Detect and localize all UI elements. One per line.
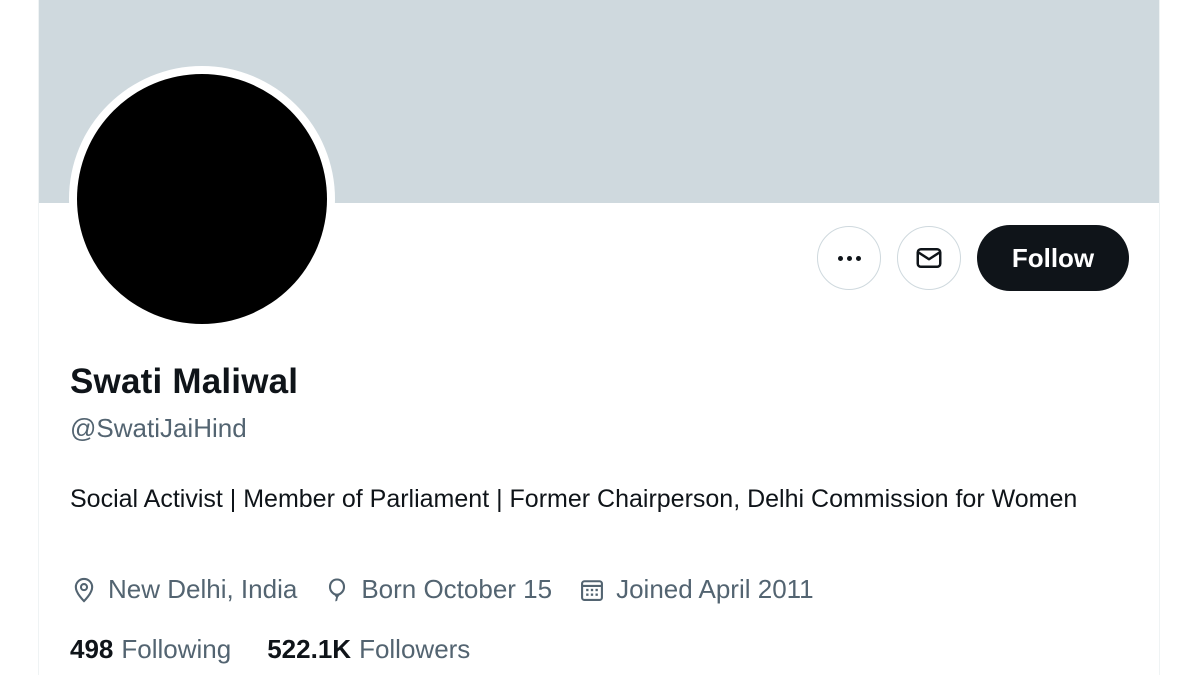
follow-button[interactable]: Follow	[977, 225, 1129, 291]
birthday-item: Born October 15	[323, 574, 552, 605]
joined-text: Joined April 2011	[616, 574, 814, 604]
avatar[interactable]	[77, 74, 327, 324]
more-button[interactable]	[817, 226, 881, 290]
profile-name: Swati Maliwal	[70, 362, 299, 401]
envelope-icon	[916, 248, 942, 268]
birthday-text: Born October 15	[361, 574, 553, 604]
location-pin-icon	[74, 577, 94, 603]
followers-label: Followers	[359, 634, 471, 664]
following-label: Following	[121, 634, 232, 664]
following-link[interactable]: 498 Following	[70, 634, 231, 665]
more-horizontal-icon	[837, 255, 861, 261]
following-count: 498	[70, 634, 114, 664]
followers-link[interactable]: 522.1K Followers	[267, 634, 470, 665]
balloon-icon	[329, 577, 346, 601]
location-text: New Delhi, India	[108, 574, 298, 604]
followers-count: 522.1K	[267, 634, 352, 664]
profile-bio: Social Activist | Member of Parliament |…	[70, 485, 1078, 513]
avatar-ring	[69, 66, 335, 332]
location-item: New Delhi, India	[70, 574, 297, 605]
profile-stats: 498 Following 522.1K Followers	[70, 634, 470, 665]
profile-handle: @SwatiJaiHind	[70, 413, 247, 443]
joined-item: Joined April 2011	[578, 574, 814, 605]
profile-actions: Follow	[817, 225, 1129, 291]
profile-card: Follow Swati Maliwal @SwatiJaiHind Socia…	[38, 0, 1160, 675]
calendar-icon	[581, 579, 604, 601]
profile-meta: New Delhi, India Born October 15 Joined …	[70, 574, 814, 605]
message-button[interactable]	[897, 226, 961, 290]
